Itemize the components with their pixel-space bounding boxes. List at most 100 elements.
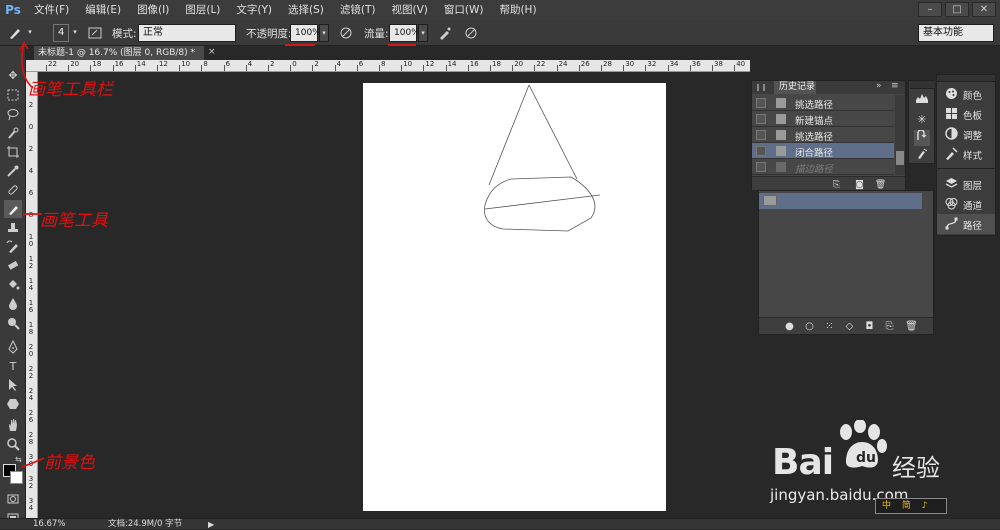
history-item[interactable]: 新建锚点 (752, 111, 894, 127)
fill-path-icon[interactable]: ● (783, 320, 796, 333)
panel-grip-icon[interactable] (757, 84, 765, 91)
history-checkbox[interactable] (756, 130, 766, 140)
actions-icon[interactable] (914, 129, 930, 146)
channels-icon (944, 197, 958, 211)
pen-tool-icon[interactable] (4, 338, 22, 356)
menu-window[interactable]: 窗口(W) (436, 0, 492, 20)
history-item-selected[interactable]: 闭合路径 (752, 143, 894, 159)
workspace-select[interactable]: 基本功能 (918, 24, 994, 42)
type-tool-icon[interactable]: T (4, 357, 22, 375)
menu-type[interactable]: 文字(Y) (228, 0, 280, 20)
clone-stamp-tool-icon[interactable] (4, 219, 22, 237)
dock-item-styles[interactable]: 样式 (937, 144, 995, 164)
shape-tool-icon[interactable] (4, 395, 22, 413)
minimize-button[interactable]: – (918, 2, 942, 17)
status-menu-arrow-icon[interactable]: ▶ (208, 519, 214, 530)
menu-filter[interactable]: 滤镜(T) (332, 0, 384, 20)
ruler-tick-label: 22 (536, 60, 546, 68)
close-tab-icon[interactable]: × (208, 47, 216, 57)
paint-bucket-tool-icon[interactable] (4, 276, 22, 294)
ruler-tick (578, 65, 580, 71)
add-mask-icon[interactable]: ◘ (863, 320, 876, 333)
histogram-icon[interactable] (914, 92, 930, 108)
ruler-tick (401, 65, 403, 71)
history-step-icon (776, 162, 786, 172)
history-item-label: 新建锚点 (795, 116, 834, 127)
menu-layer[interactable]: 图层(L) (177, 0, 228, 20)
pressure-opacity-icon[interactable] (337, 24, 355, 42)
airbrush-icon[interactable] (436, 24, 454, 42)
history-item[interactable]: 挑选路径 (752, 95, 894, 111)
panel-menu-icon[interactable]: ≡ (891, 81, 899, 91)
make-work-path-icon[interactable]: ◇ (843, 320, 856, 333)
annotation-dash (21, 457, 45, 468)
stroke-path-icon[interactable]: ○ (803, 320, 816, 333)
menu-file[interactable]: 文件(F) (26, 0, 77, 20)
history-item[interactable]: 挑选路径 (752, 127, 894, 143)
work-path-row[interactable] (759, 193, 922, 209)
menu-help[interactable]: 帮助(H) (491, 0, 544, 20)
document-canvas[interactable] (363, 83, 666, 511)
crop-tool-icon[interactable] (4, 143, 22, 161)
zoom-tool-icon[interactable] (4, 435, 22, 453)
ruler-tick-label: 16 (114, 60, 124, 68)
close-button[interactable]: ✕ (972, 2, 996, 17)
brush-tool-icon[interactable] (4, 200, 22, 218)
eraser-tool-icon[interactable] (4, 257, 22, 275)
dock-item-adjustments[interactable]: 调整 (937, 124, 995, 144)
dock-item-swatches[interactable]: 色板 (937, 104, 995, 124)
brush-size-field[interactable]: 4 (53, 24, 69, 42)
flow-field[interactable]: 100% (389, 24, 420, 42)
history-checkbox[interactable] (756, 162, 766, 172)
history-checkbox[interactable] (756, 98, 766, 108)
menu-edit[interactable]: 编辑(E) (77, 0, 129, 20)
ruler-tick (334, 65, 336, 71)
path-selection-tool-icon[interactable] (4, 376, 22, 394)
ruler-tick-label: 12 (159, 60, 168, 68)
document-tab-bar: 未标题-1 @ 16.7% (图层 0, RGB/8) * × (26, 46, 1000, 60)
lasso-tool-icon[interactable] (4, 105, 22, 123)
load-selection-icon[interactable]: ⁙ (823, 320, 836, 333)
history-checkbox[interactable] (756, 146, 766, 156)
dock-item-paths[interactable]: 路径 (937, 214, 995, 234)
ime-toolbar[interactable]: 中 简 ♪ (875, 498, 947, 514)
dodge-tool-icon[interactable] (4, 314, 22, 332)
history-brush-tool-icon[interactable] (4, 238, 22, 256)
tool-presets-icon[interactable] (914, 148, 930, 164)
navigator-icon[interactable]: ✳ (914, 112, 930, 128)
horizontal-ruler: 22 20 18 16 14 12 10 8 6 4 2 0 2 4 6 8 10 12 14 16 18 20 22 24 2… (26, 60, 750, 72)
opacity-field[interactable]: 100% (290, 24, 321, 42)
eyedropper-tool-icon[interactable] (4, 162, 22, 180)
background-color-swatch[interactable] (10, 471, 23, 484)
maximize-button[interactable]: □ (945, 2, 969, 17)
collapse-panel-icon[interactable]: » (876, 81, 882, 91)
dock-item-channels[interactable]: 通道 (937, 194, 995, 214)
brush-size-dropdown[interactable]: ▾ (70, 24, 80, 42)
history-checkbox[interactable] (756, 114, 766, 124)
menu-image[interactable]: 图像(I) (129, 0, 177, 20)
history-scroll-thumb[interactable] (896, 151, 904, 165)
pressure-size-icon[interactable] (462, 24, 480, 42)
tab-history[interactable]: 历史记录 (774, 81, 816, 94)
new-path-icon[interactable]: ⎘ (883, 320, 896, 333)
mode-select[interactable]: 正常 (138, 24, 236, 42)
dock-item-color[interactable]: 颜色 (937, 84, 995, 104)
delete-path-icon[interactable]: 🗑 (905, 320, 918, 333)
brush-panel-icon[interactable] (86, 24, 104, 42)
styles-icon (944, 147, 958, 161)
hand-tool-icon[interactable] (4, 416, 22, 434)
healing-brush-tool-icon[interactable] (4, 181, 22, 199)
opacity-dropdown[interactable]: ▾ (319, 24, 329, 42)
dock-item-layers[interactable]: 图层 (937, 174, 995, 194)
blur-tool-icon[interactable] (4, 295, 22, 313)
menu-view[interactable]: 视图(V) (383, 0, 435, 20)
zoom-level[interactable]: 16.67% (33, 519, 65, 530)
status-bar: 16.67% 文档:24.9M/0 字节 ▶ (0, 518, 1000, 529)
ruler-tick (112, 65, 114, 71)
document-tab[interactable]: 未标题-1 @ 16.7% (图层 0, RGB/8) * (34, 46, 204, 60)
flow-dropdown[interactable]: ▾ (418, 24, 428, 42)
menu-select[interactable]: 选择(S) (280, 0, 332, 20)
quick-select-tool-icon[interactable] (4, 124, 22, 142)
history-item-disabled[interactable]: 描边路径 (752, 159, 894, 175)
quick-mask-icon[interactable] (4, 490, 22, 508)
